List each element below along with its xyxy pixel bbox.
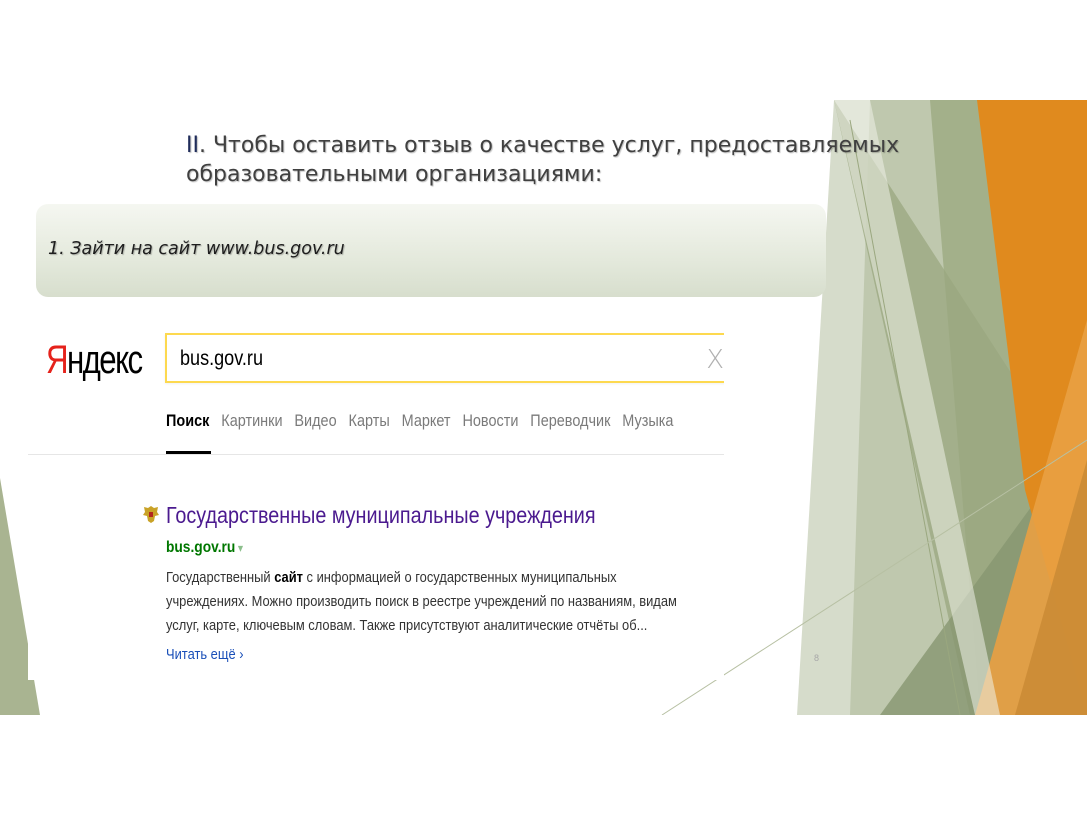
result-title-link[interactable]: Государственные муниципальные учреждения (166, 502, 596, 529)
snippet-text: Государственный (166, 569, 275, 586)
close-icon[interactable]: X (706, 345, 724, 375)
snippet-line-3: услуг, карте, ключевым словам. Также при… (166, 617, 648, 634)
tab-images[interactable]: Картинки (221, 411, 282, 430)
read-more-link[interactable]: Читать ещё › (166, 646, 244, 663)
tab-news[interactable]: Новости (462, 411, 518, 430)
snippet-text: с информацией о государственных муниципа… (302, 569, 617, 586)
snippet-line-1: Государственный сайт с информацией о гос… (166, 566, 724, 590)
snippet-highlight: сайт (274, 569, 303, 586)
yandex-logo[interactable]: Яндекс (46, 338, 143, 383)
tab-market[interactable]: Маркет (402, 411, 451, 430)
step-text: 1. Зайти на сайт www.bus.gov.ru (48, 239, 345, 259)
search-input[interactable]: bus.gov.ru X (165, 333, 724, 383)
tab-translator[interactable]: Переводчик (530, 411, 610, 430)
result-url-link[interactable]: bus.gov.ru ▾ (166, 539, 243, 557)
tab-search[interactable]: Поиск (166, 411, 209, 430)
tab-maps[interactable]: Карты (349, 411, 390, 430)
slide-title: II. Чтобы оставить отзыв о качестве услу… (186, 131, 986, 189)
title-number: II (186, 133, 199, 158)
slide: II. Чтобы оставить отзыв о качестве услу… (0, 100, 1087, 715)
result-snippet: Государственный сайт с информацией о гос… (166, 566, 724, 638)
page-number: 8 (814, 653, 820, 663)
tab-music[interactable]: Музыка (622, 411, 673, 430)
yandex-logo-letter: Я (46, 338, 69, 382)
coat-of-arms-icon (143, 506, 159, 523)
yandex-logo-rest: ндекс (66, 338, 143, 382)
title-line-1: . Чтобы оставить отзыв о качестве услуг,… (198, 133, 900, 158)
title-line-2: образовательными организациями: (186, 162, 603, 187)
search-value: bus.gov.ru (180, 347, 263, 370)
search-tabs: Поиск Картинки Видео Карты Маркет Новости Пере… (166, 411, 685, 431)
snippet-line-2: учреждениях. Можно производить поиск в р… (166, 593, 677, 610)
result-url: bus.gov.ru (166, 539, 236, 556)
tab-video[interactable]: Видео (294, 411, 336, 430)
tabs-divider (28, 454, 724, 455)
step-box: 1. Зайти на сайт www.bus.gov.ru (36, 204, 826, 297)
yandex-screenshot: Яндекс bus.gov.ru X Поиск Картинки Видео Ка… (28, 320, 724, 680)
chevron-down-icon[interactable]: ▾ (238, 541, 243, 555)
